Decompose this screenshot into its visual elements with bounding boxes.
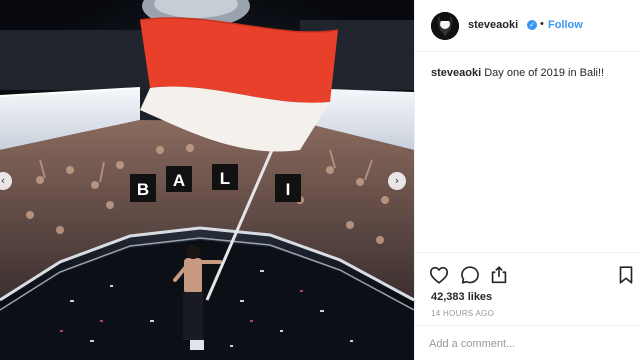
sign-letter-b: B bbox=[137, 180, 149, 199]
verified-badge-icon: ✓ bbox=[527, 20, 537, 30]
bookmark-icon[interactable] bbox=[615, 264, 637, 286]
sign-letter-i: I bbox=[286, 180, 291, 199]
heart-icon[interactable] bbox=[428, 264, 450, 286]
caption-text: Day one of 2019 in Bali!! bbox=[484, 67, 605, 79]
post-photo[interactable]: B A L I ‹ › bbox=[0, 0, 414, 360]
header-separator: • bbox=[540, 18, 544, 30]
post-actions: 42,383 likes 14 HOURS AGO bbox=[415, 252, 640, 360]
avatar[interactable] bbox=[431, 12, 459, 40]
chevron-left-icon: ‹ bbox=[0, 174, 6, 187]
avatar-image bbox=[431, 12, 459, 40]
instagram-post: B A L I ‹ › steveaoki ✓ • Follow steveao… bbox=[0, 0, 640, 360]
caption-username[interactable]: steveaoki bbox=[431, 67, 481, 79]
author-username[interactable]: steveaoki bbox=[468, 19, 518, 31]
comment-box bbox=[415, 325, 640, 361]
sign-letter-a: A bbox=[173, 171, 185, 190]
post-timestamp[interactable]: 14 HOURS AGO bbox=[431, 309, 494, 318]
post-header: steveaoki ✓ • Follow bbox=[415, 0, 640, 52]
post-side-panel: steveaoki ✓ • Follow steveaoki Day one o… bbox=[414, 0, 640, 360]
likes-count[interactable]: 42,383 likes bbox=[431, 291, 492, 303]
comment-input[interactable] bbox=[429, 335, 624, 353]
post-caption: steveaoki Day one of 2019 in Bali!! bbox=[431, 66, 631, 80]
share-icon[interactable] bbox=[488, 264, 510, 286]
follow-button[interactable]: Follow bbox=[548, 19, 583, 31]
sign-letter-l: L bbox=[220, 169, 230, 188]
next-photo-button[interactable]: › bbox=[388, 172, 406, 190]
concert-photo: B A L I bbox=[0, 0, 414, 360]
comment-icon[interactable] bbox=[459, 264, 481, 286]
chevron-right-icon: › bbox=[394, 174, 400, 187]
